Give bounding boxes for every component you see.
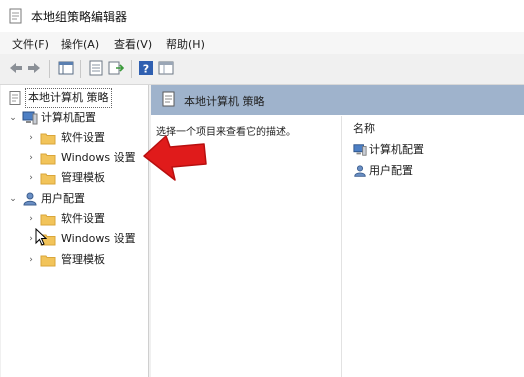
folder-icon (40, 214, 56, 226)
title-bar: 本地组策略编辑器 (0, 0, 524, 32)
toolbar: ? (0, 54, 524, 85)
list-item-user-config[interactable]: 用户配置 (353, 163, 463, 179)
tree-item-label: 管理模板 (61, 171, 105, 184)
tree-item-label: 管理模板 (61, 253, 105, 266)
tree-item-label: 软件设置 (61, 131, 105, 144)
tree-user-config-label: 用户配置 (41, 192, 85, 205)
tree-computer-config[interactable]: ⌄ 计算机配置 (8, 109, 148, 127)
mouse-cursor-icon (35, 228, 47, 246)
computer-icon (353, 144, 367, 156)
menu-action[interactable]: 操作(A) (61, 36, 99, 52)
tree-item-label: Windows 设置 (61, 151, 136, 164)
tree-item[interactable]: › 软件设置 (26, 129, 148, 147)
collapse-chevron-icon[interactable]: ⌄ (8, 190, 18, 208)
tree-item-label: Windows 设置 (61, 232, 136, 245)
tree-computer-config-label: 计算机配置 (41, 111, 96, 124)
computer-icon (22, 111, 38, 125)
tree-item[interactable]: › 软件设置 (26, 210, 148, 228)
folder-icon (40, 173, 56, 185)
column-divider[interactable] (341, 116, 342, 377)
tree-item-label: 软件设置 (61, 212, 105, 225)
user-icon (354, 165, 366, 177)
show-hide-console-tree-icon[interactable] (58, 60, 74, 76)
tree-item[interactable]: › Windows 设置 (26, 149, 148, 167)
back-arrow-icon[interactable] (8, 60, 24, 76)
expand-chevron-icon[interactable]: › (26, 210, 36, 228)
folder-icon (40, 255, 56, 267)
menu-help[interactable]: 帮助(H) (166, 36, 205, 52)
export-list-icon[interactable] (108, 60, 124, 76)
menu-file[interactable]: 文件(F) (12, 36, 49, 52)
menu-view[interactable]: 查看(V) (114, 36, 152, 52)
list-item-label: 计算机配置 (369, 143, 424, 156)
annotation-arrow-icon (143, 135, 207, 181)
toolbar-separator (49, 60, 50, 78)
tree-root-label: 本地计算机 策略 (25, 88, 112, 108)
svg-text:?: ? (143, 63, 149, 76)
forward-arrow-icon[interactable] (26, 60, 42, 76)
view-icon[interactable] (158, 60, 174, 76)
tree-item[interactable]: › 管理模板 (26, 169, 148, 187)
toolbar-separator (131, 60, 132, 78)
policy-editor-icon (9, 8, 22, 24)
details-header-title: 本地计算机 策略 (184, 95, 265, 108)
list-item-computer-config[interactable]: 计算机配置 (353, 142, 463, 158)
column-header-name[interactable]: 名称 (353, 120, 375, 136)
menu-bar: 文件(F) 操作(A) 查看(V) 帮助(H) (0, 32, 524, 54)
tree-root[interactable]: 本地计算机 策略 (8, 88, 148, 108)
properties-icon[interactable] (88, 60, 104, 76)
expand-chevron-icon[interactable]: › (26, 149, 36, 167)
list-item-label: 用户配置 (369, 164, 413, 177)
collapse-chevron-icon[interactable]: ⌄ (8, 109, 18, 127)
expand-chevron-icon[interactable]: › (26, 129, 36, 147)
help-icon[interactable]: ? (138, 60, 154, 76)
tree-item[interactable]: › 管理模板 (26, 251, 148, 269)
expand-chevron-icon[interactable]: › (26, 251, 36, 269)
toolbar-separator (80, 60, 81, 78)
user-icon (23, 192, 37, 206)
folder-icon (40, 153, 56, 165)
policy-document-icon (9, 91, 21, 105)
tree-user-config[interactable]: ⌄ 用户配置 (8, 190, 148, 208)
window-title: 本地组策略编辑器 (31, 10, 128, 24)
expand-chevron-icon[interactable]: › (26, 169, 36, 187)
folder-icon (40, 133, 56, 145)
policy-document-icon (162, 91, 175, 107)
